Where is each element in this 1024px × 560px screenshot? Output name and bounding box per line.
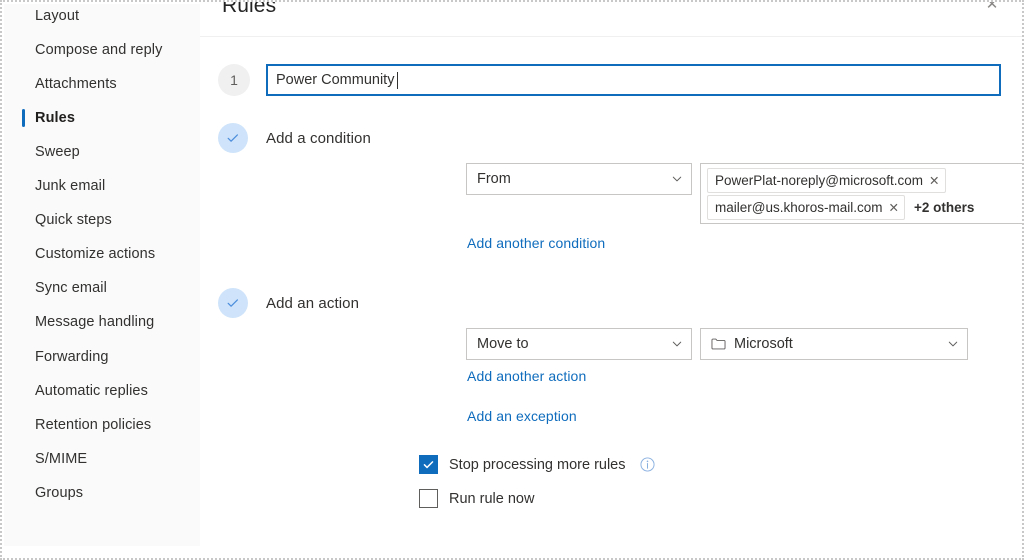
header-divider <box>200 36 1024 37</box>
folder-icon <box>711 337 726 351</box>
condition-check-icon <box>218 123 248 153</box>
sidebar-item-label: Forwarding <box>4 349 109 365</box>
sidebar-item-label: Retention policies <box>4 417 151 433</box>
step-number-badge: 1 <box>218 64 250 96</box>
sidebar-item-rules[interactable]: Rules <box>4 103 200 133</box>
add-another-condition-link[interactable]: Add another condition <box>467 235 605 251</box>
chevron-down-icon <box>671 173 683 185</box>
sidebar-item-label: Layout <box>4 8 79 24</box>
text-caret <box>397 72 398 89</box>
rule-name-input[interactable]: Power Community <box>266 64 1001 96</box>
settings-sidebar: Layout Compose and reply Attachments Rul… <box>4 4 200 546</box>
sidebar-item-quick-steps[interactable]: Quick steps <box>4 205 200 235</box>
sidebar-item-sync-email[interactable]: Sync email <box>4 273 200 303</box>
sidebar-item-automatic-replies[interactable]: Automatic replies <box>4 376 200 406</box>
rule-name-value: Power Community <box>276 72 394 88</box>
sidebar-item-smime[interactable]: S/MIME <box>4 444 200 474</box>
sidebar-item-retention-policies[interactable]: Retention policies <box>4 410 200 440</box>
sidebar-item-label: Sweep <box>4 144 80 160</box>
sidebar-item-label: Automatic replies <box>4 383 148 399</box>
recipient-chip-row: mailer@us.khoros-mail.com ✕ +2 others <box>707 195 1016 219</box>
sidebar-item-compose-and-reply[interactable]: Compose and reply <box>4 35 200 65</box>
sidebar-item-label: Compose and reply <box>4 42 162 58</box>
recipient-chip[interactable]: mailer@us.khoros-mail.com ✕ <box>707 195 905 220</box>
run-rule-now-checkbox[interactable] <box>419 489 438 508</box>
chevron-down-icon <box>671 338 683 350</box>
stop-processing-more-rules-checkbox[interactable] <box>419 455 438 474</box>
recipient-chip-row: PowerPlat-noreply@microsoft.com ✕ <box>707 168 1016 192</box>
action-type-dropdown[interactable]: Move to <box>466 328 692 360</box>
action-check-icon <box>218 288 248 318</box>
add-another-action-link[interactable]: Add another action <box>467 368 586 384</box>
sidebar-item-forwarding[interactable]: Forwarding <box>4 342 200 372</box>
action-type-value: Move to <box>477 336 671 352</box>
sidebar-item-label: Sync email <box>4 280 107 296</box>
sidebar-item-sweep[interactable]: Sweep <box>4 137 200 167</box>
sidebar-item-label: S/MIME <box>4 451 87 467</box>
run-rule-now-row: Run rule now <box>419 489 534 508</box>
condition-type-dropdown[interactable]: From <box>466 163 692 195</box>
recipient-email: PowerPlat-noreply@microsoft.com <box>715 173 923 188</box>
sidebar-item-layout[interactable]: Layout <box>4 1 200 31</box>
sidebar-item-label: Rules <box>4 110 75 126</box>
sidebar-item-attachments[interactable]: Attachments <box>4 69 200 99</box>
sidebar-item-message-handling[interactable]: Message handling <box>4 307 200 337</box>
condition-type-value: From <box>477 171 671 187</box>
close-icon[interactable]: ✕ <box>978 0 1006 16</box>
settings-dialog: Layout Compose and reply Attachments Rul… <box>0 0 1024 560</box>
sidebar-item-label: Customize actions <box>4 246 155 262</box>
recipient-email: mailer@us.khoros-mail.com <box>715 200 883 215</box>
chevron-down-icon <box>947 338 959 350</box>
sidebar-item-groups[interactable]: Groups <box>4 478 200 508</box>
stop-processing-more-rules-row: Stop processing more rules <box>419 455 655 474</box>
remove-recipient-icon[interactable]: ✕ <box>929 173 939 188</box>
sidebar-item-customize-actions[interactable]: Customize actions <box>4 239 200 269</box>
sidebar-item-label: Junk email <box>4 178 105 194</box>
action-heading: Add an action <box>266 295 359 312</box>
sidebar-item-label: Message handling <box>4 314 154 330</box>
recipients-overflow-label[interactable]: +2 others <box>914 200 974 215</box>
page-title: Rules <box>222 0 276 18</box>
sidebar-item-label: Quick steps <box>4 212 112 228</box>
sidebar-item-junk-email[interactable]: Junk email <box>4 171 200 201</box>
condition-heading: Add a condition <box>266 130 371 147</box>
info-icon <box>640 457 655 472</box>
run-rule-now-label: Run rule now <box>449 491 534 507</box>
sidebar-item-label: Attachments <box>4 76 117 92</box>
condition-recipients-field[interactable]: PowerPlat-noreply@microsoft.com ✕ mailer… <box>700 163 1023 224</box>
recipient-chip[interactable]: PowerPlat-noreply@microsoft.com ✕ <box>707 168 946 193</box>
action-folder-value: Microsoft <box>734 336 947 352</box>
remove-recipient-icon[interactable]: ✕ <box>889 200 899 215</box>
sidebar-item-label: Groups <box>4 485 83 501</box>
stop-processing-more-rules-label: Stop processing more rules <box>449 457 626 473</box>
action-folder-dropdown[interactable]: Microsoft <box>700 328 968 360</box>
add-an-exception-link[interactable]: Add an exception <box>467 408 577 424</box>
selected-indicator <box>22 109 25 127</box>
rules-pane: Rules ✕ 1 Power Community Add a conditio… <box>200 4 1024 546</box>
